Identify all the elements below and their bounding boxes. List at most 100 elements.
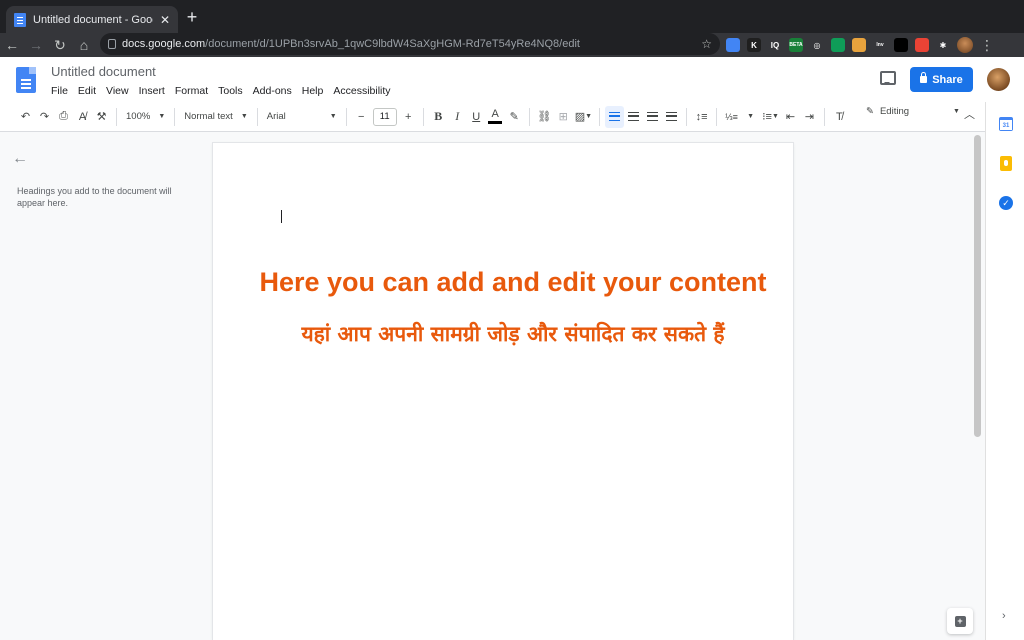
clear-formatting-icon[interactable]: T̸ — [830, 106, 849, 128]
font-select[interactable]: Arial ▼ — [263, 111, 341, 122]
comment-history-icon[interactable] — [880, 71, 896, 85]
extension-inv-icon[interactable]: Inv — [873, 38, 887, 52]
calendar-icon[interactable]: 31 — [999, 117, 1013, 131]
checklist-icon[interactable]: ⅓≡ — [722, 106, 741, 128]
extension-camera-icon[interactable] — [894, 38, 908, 52]
zoom-select[interactable]: 100% ▼ — [122, 111, 169, 122]
underline-button[interactable]: U — [467, 106, 486, 128]
menu-help[interactable]: Help — [302, 85, 324, 97]
spellcheck-icon[interactable]: A̸ — [73, 106, 92, 128]
bulleted-list-icon[interactable]: ⁝≡ ▼ — [760, 106, 781, 128]
extension-cookie-icon[interactable] — [852, 38, 866, 52]
line-spacing-icon[interactable]: ↕≡ — [692, 106, 711, 128]
heading-english[interactable]: Here you can add and edit your content — [213, 267, 813, 298]
redo-icon[interactable]: ↷ — [35, 106, 54, 128]
numbered-list-icon[interactable]: ▼ — [741, 106, 760, 128]
insert-image-icon[interactable]: ▨ ▼ — [573, 106, 594, 128]
justify-icon[interactable] — [662, 106, 681, 128]
align-right-icon[interactable] — [643, 106, 662, 128]
italic-button[interactable]: I — [448, 106, 467, 128]
lock-icon — [920, 72, 928, 83]
keep-icon[interactable] — [1000, 156, 1012, 171]
zoom-value: 100% — [126, 111, 151, 122]
highlight-pen-icon[interactable]: ✎ — [505, 106, 524, 128]
url-path: /document/d/1UPBn3srvAb_1qwC9lbdW4SaXgHG… — [205, 38, 580, 50]
menu-format[interactable]: Format — [175, 85, 208, 97]
home-icon[interactable]: ⌂ — [72, 33, 96, 57]
extension-k-icon[interactable]: K — [747, 38, 761, 52]
menu-accessibility[interactable]: Accessibility — [333, 85, 390, 97]
text-cursor — [281, 210, 282, 223]
decrease-indent-icon[interactable]: ⇤ — [781, 106, 800, 128]
justify-glyph — [666, 112, 678, 121]
document-title[interactable]: Untitled document — [51, 64, 156, 79]
document-page[interactable]: Here you can add and edit your content य… — [213, 143, 793, 640]
add-comment-icon[interactable]: ⊞ — [554, 106, 573, 128]
side-panel: 31 ✓ › — [985, 102, 1024, 640]
url-host: docs.google.com — [122, 38, 206, 50]
menu-insert[interactable]: Insert — [139, 85, 165, 97]
chrome-menu-icon[interactable]: ⋮ — [980, 37, 994, 54]
toolbar-divider — [174, 107, 176, 126]
menu-tools[interactable]: Tools — [218, 85, 243, 97]
menu-view[interactable]: View — [106, 85, 129, 97]
print-icon[interactable]: ⎙ — [54, 106, 73, 128]
chevron-down-icon: ▼ — [771, 113, 779, 120]
reload-icon[interactable]: ↻ — [48, 33, 72, 57]
forward-arrow-icon[interactable]: → — [24, 33, 48, 57]
back-arrow-icon[interactable]: ← — [0, 33, 24, 57]
docs-home-icon[interactable] — [16, 67, 36, 93]
outline-hint: Headings you add to the document will ap… — [17, 186, 172, 208]
extension-circle-icon[interactable]: ◎ — [810, 38, 824, 52]
menu-bar: File Edit View Insert Format Tools Add-ons Help… — [51, 85, 391, 97]
align-left-icon[interactable] — [605, 105, 625, 128]
toolbar-divider — [823, 107, 825, 126]
menu-file[interactable]: File — [51, 85, 68, 97]
decrease-font-size-button[interactable]: − — [352, 106, 371, 128]
extension-red-icon[interactable] — [915, 38, 929, 52]
tasks-icon[interactable]: ✓ — [999, 196, 1013, 210]
insert-link-icon[interactable]: ⛓ — [535, 106, 554, 128]
align-center-icon[interactable] — [624, 106, 643, 128]
chevron-down-icon: ▼ — [158, 113, 166, 120]
editing-mode-select[interactable]: ✎ Editing ▼ — [866, 106, 960, 117]
heading-hindi[interactable]: यहां आप अपनी सामग्री जोड़ और संपादित कर … — [213, 320, 813, 348]
text-color-button[interactable]: A — [486, 106, 505, 128]
text-color-letter: A — [491, 108, 499, 120]
increase-font-size-button[interactable]: + — [399, 106, 418, 128]
paragraph-style-select[interactable]: Normal text ▼ — [180, 111, 252, 122]
tab-title: Untitled document - Google Do — [33, 13, 153, 26]
scrollbar-thumb[interactable] — [974, 135, 981, 437]
toolbar-divider — [116, 107, 117, 126]
extension-beta-icon[interactable]: BETA — [789, 38, 803, 52]
collapse-menus-icon[interactable]: ︿ — [964, 106, 975, 122]
explore-button[interactable]: + — [947, 608, 973, 634]
menu-add-ons[interactable]: Add-ons — [253, 85, 292, 97]
bookmark-star-icon[interactable]: ☆ — [701, 37, 712, 51]
browser-tab[interactable]: Untitled document - Google Do ✕ — [6, 6, 178, 33]
menu-edit[interactable]: Edit — [78, 85, 96, 97]
undo-icon[interactable]: ↶ — [16, 106, 35, 128]
chevron-down-icon: ▼ — [240, 113, 248, 120]
increase-indent-icon[interactable]: ⇥ — [800, 106, 819, 128]
extension-iq-icon[interactable]: IQ — [768, 38, 782, 52]
close-outline-arrow-icon[interactable]: ← — [12, 150, 28, 168]
share-button[interactable]: Share — [910, 67, 973, 92]
toolbar-divider — [422, 107, 424, 126]
chevron-right-icon[interactable]: › — [1002, 610, 1006, 622]
chrome-profile-avatar[interactable] — [957, 37, 973, 53]
formatting-toolbar: ↶ ↷ ⎙ A̸ ⚒ 100% ▼ Normal text ▼ Arial ▼ − 1… — [0, 102, 985, 132]
new-tab-button[interactable]: + — [184, 8, 200, 26]
account-avatar[interactable] — [987, 68, 1010, 91]
extension-puzzle-icon[interactable]: ✱ — [936, 38, 950, 52]
address-bar[interactable]: docs.google.com/document/d/1UPBn3srvAb_1… — [100, 33, 720, 55]
bold-button[interactable]: B — [429, 106, 448, 128]
close-tab-icon[interactable]: ✕ — [160, 13, 170, 27]
calendar-day: 31 — [1002, 122, 1010, 129]
extension-save-icon[interactable] — [831, 38, 845, 52]
toolbar-divider — [686, 107, 688, 126]
url-text: docs.google.com/document/d/1UPBn3srvAb_1… — [122, 38, 695, 50]
font-size-input[interactable]: 11 — [372, 107, 397, 126]
extension-1-icon[interactable] — [726, 38, 740, 52]
paint-format-icon[interactable]: ⚒ — [92, 106, 111, 128]
